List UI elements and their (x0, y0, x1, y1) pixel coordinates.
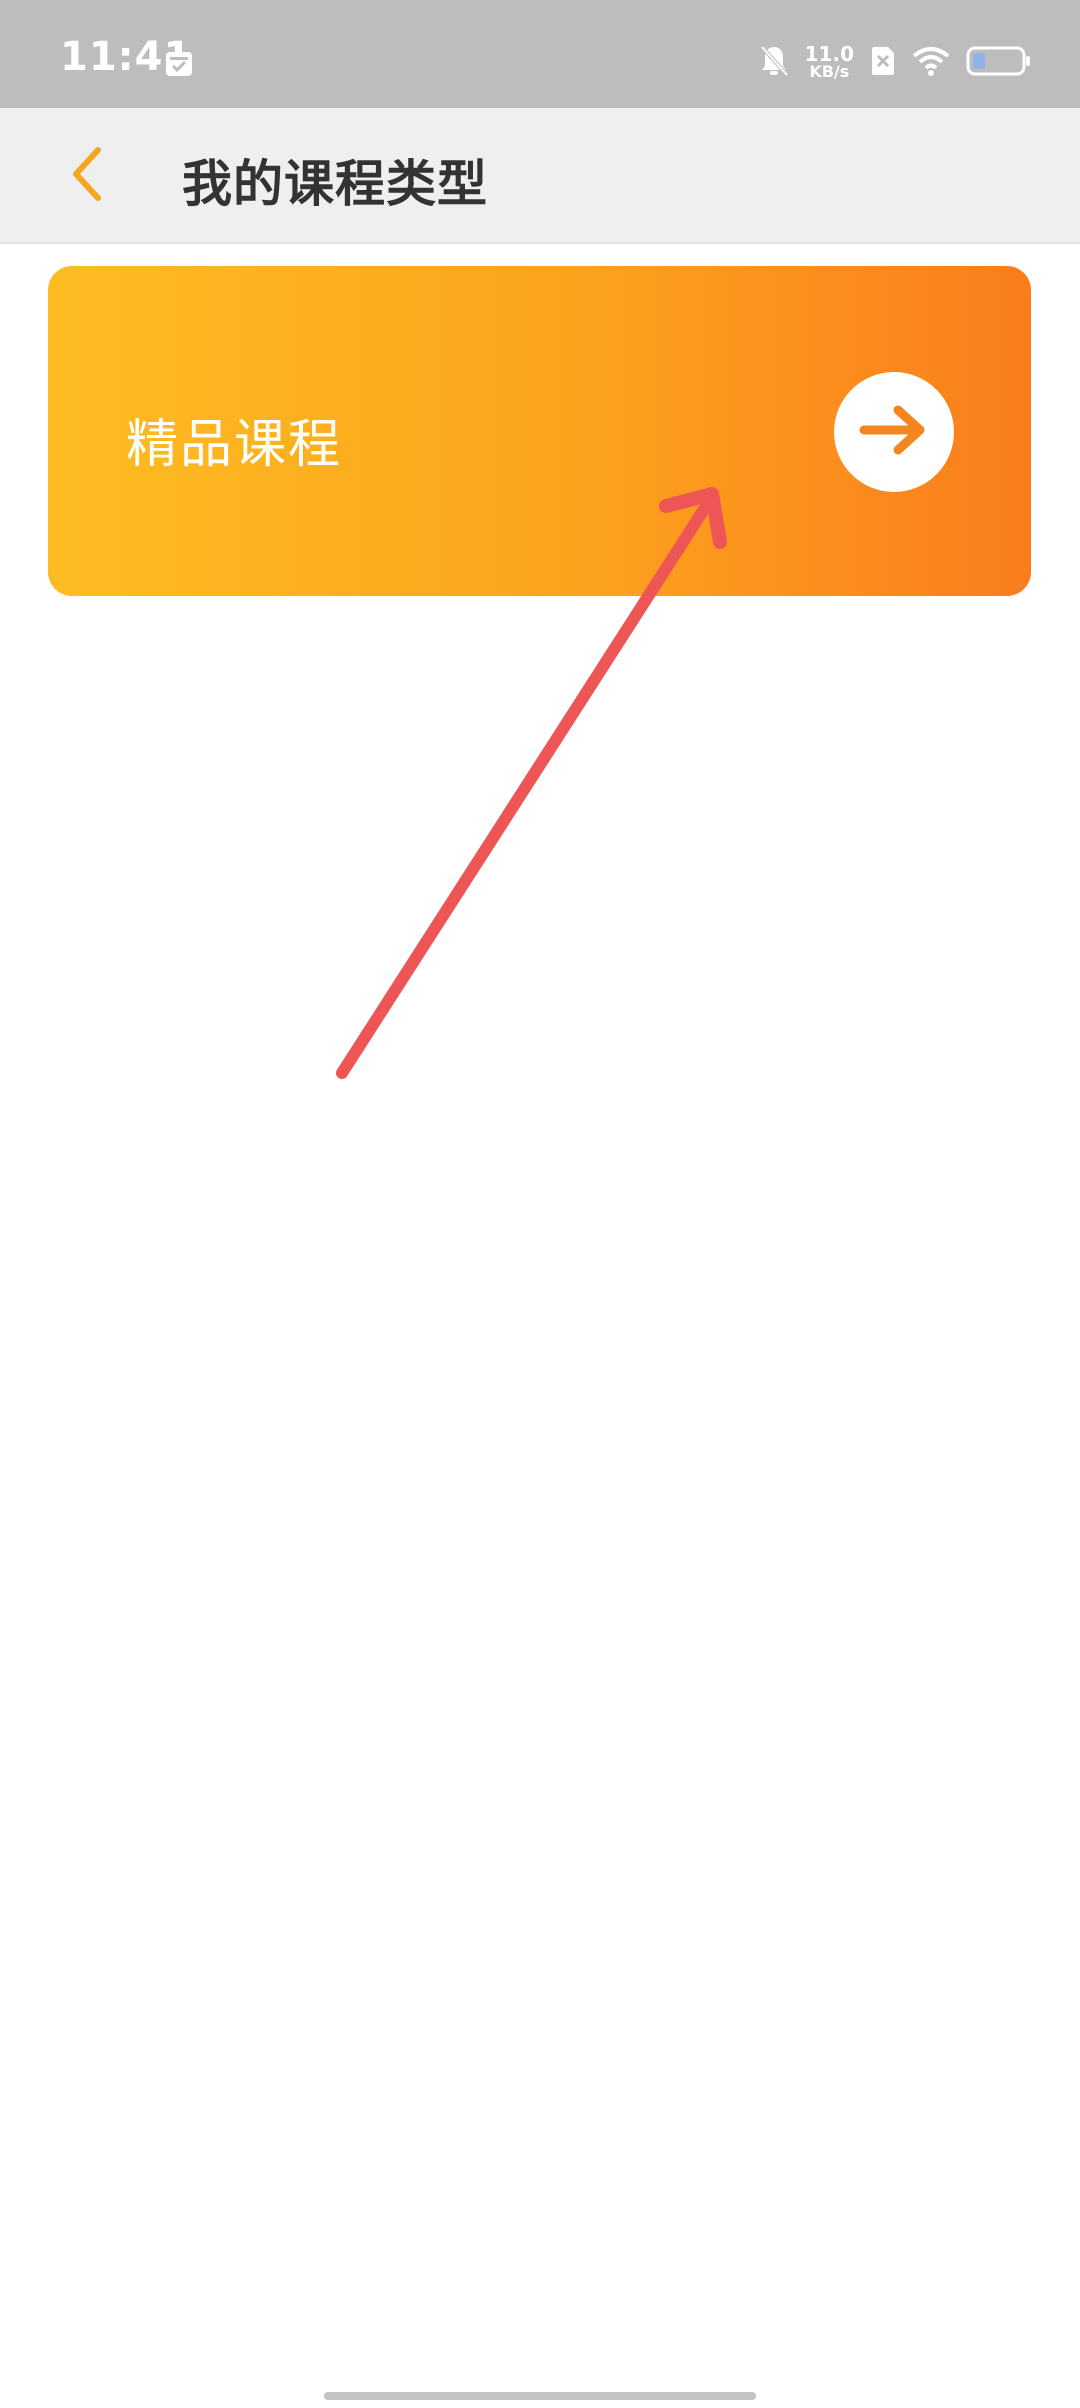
course-type-card[interactable]: 精品课程 (48, 266, 1031, 596)
status-bar: 11:41 11.0 KB/s (0, 0, 1080, 108)
chevron-left-icon (66, 144, 106, 208)
calendar-icon (164, 48, 194, 78)
page-title: 我的课程类型 (182, 155, 488, 213)
network-speed: 11.0 KB/s (804, 42, 854, 81)
course-type-label: 精品课程 (126, 415, 343, 475)
app-header: 我的课程类型 (0, 108, 1080, 244)
status-right-group: 11.0 KB/s (759, 40, 1032, 86)
arrow-right-icon (856, 400, 932, 464)
bell-muted-icon (759, 44, 789, 82)
sim-disabled-icon (870, 45, 896, 81)
wifi-icon (912, 46, 950, 80)
home-indicator[interactable] (324, 2392, 756, 2400)
battery-icon (966, 45, 1032, 81)
back-button[interactable] (56, 142, 116, 210)
go-button[interactable] (834, 372, 954, 492)
network-speed-value: 11.0 (804, 42, 854, 66)
network-speed-unit: KB/s (809, 62, 850, 81)
